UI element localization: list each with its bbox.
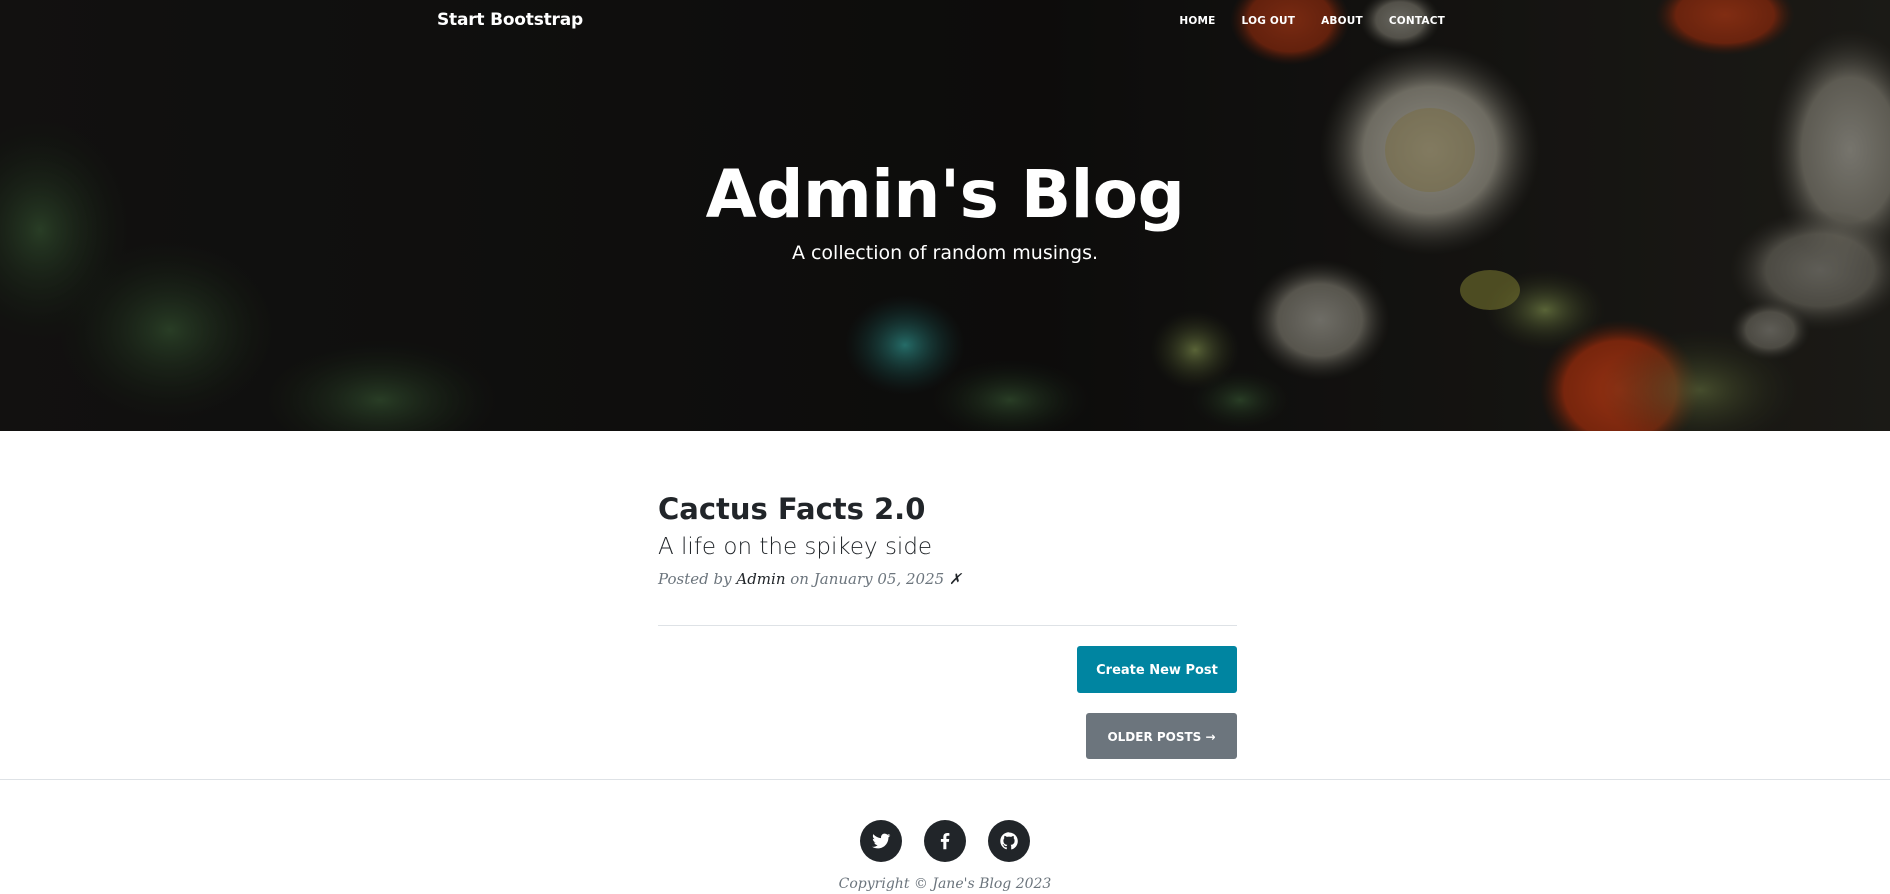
- facebook-icon[interactable]: [924, 820, 966, 862]
- create-new-post-button[interactable]: Create New Post: [1077, 646, 1237, 693]
- nav-link-contact[interactable]: Contact: [1389, 15, 1445, 27]
- navbar-brand[interactable]: Start Bootstrap: [437, 10, 583, 30]
- site-title: Admin's Blog: [705, 156, 1185, 233]
- social-links: [0, 820, 1890, 862]
- masthead: Start Bootstrap Home Log Out About Conta…: [0, 0, 1890, 431]
- nav-links: Home Log Out About Contact: [1179, 15, 1445, 27]
- main-content: Cactus Facts 2.0 A life on the spikey si…: [658, 490, 1237, 759]
- older-posts-button[interactable]: Older Posts →: [1086, 713, 1237, 759]
- github-icon[interactable]: [988, 820, 1030, 862]
- delete-post-icon[interactable]: ✗: [949, 570, 962, 588]
- navbar: Start Bootstrap Home Log Out About Conta…: [0, 0, 1890, 44]
- post-title[interactable]: Cactus Facts 2.0: [658, 490, 1237, 528]
- post-date-prefix: on: [790, 570, 809, 588]
- post-author-link[interactable]: Admin: [736, 570, 785, 588]
- nav-link-home[interactable]: Home: [1179, 15, 1215, 27]
- post-date: January 05, 2025: [813, 570, 945, 588]
- twitter-icon[interactable]: [860, 820, 902, 862]
- post-meta: Posted by Admin on January 05, 2025 ✗: [658, 570, 1237, 588]
- nav-link-log-out[interactable]: Log Out: [1242, 15, 1296, 27]
- site-heading: Admin's Blog A collection of random musi…: [0, 150, 1890, 264]
- footer-divider: [0, 779, 1890, 780]
- copyright: Copyright © Jane's Blog 2023: [838, 876, 1052, 892]
- nav-link-about[interactable]: About: [1321, 15, 1363, 27]
- site-subtitle: A collection of random musings.: [791, 242, 1099, 264]
- post-subtitle[interactable]: A life on the spikey side: [658, 532, 1237, 562]
- post-preview[interactable]: Cactus Facts 2.0 A life on the spikey si…: [658, 490, 1237, 588]
- post-meta-prefix: Posted by: [658, 570, 732, 588]
- post-divider: [658, 625, 1237, 626]
